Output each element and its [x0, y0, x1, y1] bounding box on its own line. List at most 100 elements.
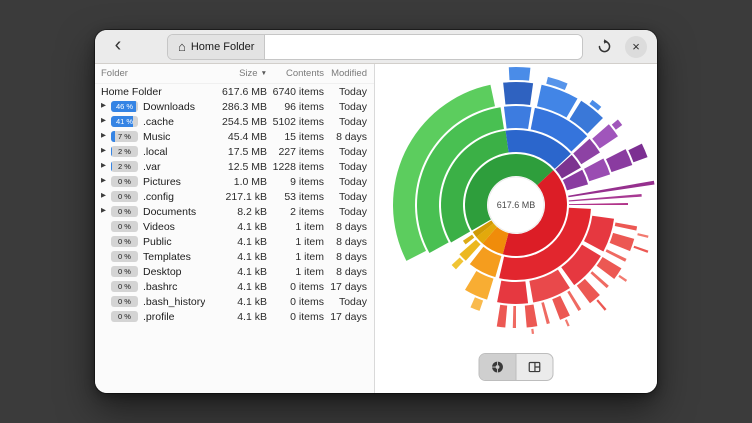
- refresh-button[interactable]: [591, 34, 617, 60]
- chart-segment[interactable]: [584, 159, 610, 182]
- folder-name: .profile: [143, 311, 175, 323]
- size-cell: 4.1 kB: [207, 281, 267, 293]
- treemap-view-button[interactable]: [516, 354, 553, 380]
- expander-icon[interactable]: ▶: [101, 208, 111, 215]
- folder-name: Documents: [143, 206, 196, 218]
- location-input[interactable]: [265, 35, 582, 59]
- chart-segment[interactable]: [590, 271, 608, 288]
- size-cell: 4.1 kB: [207, 296, 267, 308]
- column-folder[interactable]: Folder: [95, 68, 207, 79]
- usage-percent-label: 0 %: [111, 191, 138, 202]
- chart-segment[interactable]: [503, 82, 533, 105]
- file-table-body: Home Folder617.6 MB6740 itemsToday▶46 %D…: [95, 84, 374, 393]
- folder-name: Home Folder: [101, 86, 162, 98]
- usage-percent-badge: 46 %: [111, 101, 138, 112]
- expander-icon[interactable]: ▶: [101, 133, 111, 140]
- chart-segment[interactable]: [597, 257, 622, 279]
- chart-segment[interactable]: [637, 233, 648, 238]
- modified-cell: 8 days: [324, 266, 374, 278]
- modified-cell: 17 days: [324, 281, 374, 293]
- table-row[interactable]: ▶0 %Pictures1.0 MB9 itemsToday: [95, 174, 374, 189]
- table-row[interactable]: ▶46 %Downloads286.3 MB96 itemsToday: [95, 99, 374, 114]
- folder-name: .bashrc: [143, 281, 177, 293]
- table-row[interactable]: 0 %.profile4.1 kB0 items17 days: [95, 309, 374, 324]
- table-row[interactable]: 0 %.bashrc4.1 kB0 items17 days: [95, 279, 374, 294]
- table-row[interactable]: Home Folder617.6 MB6740 itemsToday: [95, 84, 374, 99]
- chart-segment[interactable]: [606, 249, 627, 262]
- table-row[interactable]: ▶2 %.local17.5 MB227 itemsToday: [95, 144, 374, 159]
- usage-percent-label: 2 %: [111, 146, 138, 157]
- table-row[interactable]: ▶2 %.var12.5 MB1228 itemsToday: [95, 159, 374, 174]
- chart-segment[interactable]: [497, 281, 528, 304]
- contents-cell: 1 item: [267, 236, 324, 248]
- table-row[interactable]: 0 %.bash_history4.1 kB0 itemsToday: [95, 294, 374, 309]
- chart-segment[interactable]: [541, 302, 550, 324]
- column-size[interactable]: Size▼: [207, 68, 267, 79]
- rings-chart-icon: [491, 360, 505, 374]
- close-button[interactable]: ×: [625, 36, 647, 58]
- usage-percent-badge: 7 %: [111, 131, 138, 142]
- table-row[interactable]: 0 %Desktop4.1 kB1 item8 days: [95, 264, 374, 279]
- chart-segment[interactable]: [567, 291, 581, 311]
- table-row[interactable]: 0 %Public4.1 kB1 item8 days: [95, 234, 374, 249]
- modified-cell: Today: [324, 116, 374, 128]
- home-folder-button[interactable]: ⌂ Home Folder: [168, 35, 265, 59]
- home-folder-label: Home Folder: [191, 41, 255, 53]
- refresh-icon: [597, 39, 612, 54]
- table-row[interactable]: ▶0 %Documents8.2 kB2 itemsToday: [95, 204, 374, 219]
- chart-segment[interactable]: [470, 297, 483, 311]
- table-row[interactable]: ▶0 %.config217.1 kB53 itemsToday: [95, 189, 374, 204]
- folder-name: Videos: [143, 221, 175, 233]
- chart-pane: 617.6 MB: [375, 64, 657, 393]
- chart-segment[interactable]: [497, 305, 507, 328]
- contents-cell: 227 items: [267, 146, 324, 158]
- chart-segment[interactable]: [569, 203, 628, 205]
- chart-segment[interactable]: [628, 144, 647, 163]
- contents-cell: 6740 items: [267, 86, 324, 98]
- modified-cell: Today: [324, 101, 374, 113]
- chart-segment[interactable]: [633, 246, 648, 253]
- usage-percent-badge: 0 %: [111, 266, 138, 277]
- chart-segment[interactable]: [565, 319, 570, 326]
- column-modified[interactable]: Modified: [324, 68, 374, 79]
- table-row[interactable]: 0 %Templates4.1 kB1 item8 days: [95, 249, 374, 264]
- expander-icon[interactable]: ▶: [101, 148, 111, 155]
- chart-segment[interactable]: [552, 296, 570, 320]
- usage-percent-badge: 0 %: [111, 296, 138, 307]
- chart-segment[interactable]: [531, 329, 534, 334]
- chart-segment[interactable]: [465, 271, 493, 300]
- chart-segment[interactable]: [610, 233, 635, 251]
- chart-segment[interactable]: [612, 120, 622, 130]
- table-row[interactable]: ▶7 %Music45.4 MB15 items8 days: [95, 129, 374, 144]
- expander-icon[interactable]: ▶: [101, 118, 111, 125]
- chart-segment[interactable]: [513, 306, 516, 328]
- expander-icon[interactable]: ▶: [101, 193, 111, 200]
- modified-cell: Today: [324, 176, 374, 188]
- disk-usage-analyzer-window: ‹ ⌂ Home Folder × Folder: [95, 30, 657, 393]
- chart-segment[interactable]: [596, 299, 606, 310]
- column-contents[interactable]: Contents: [267, 68, 324, 79]
- chart-segment[interactable]: [577, 279, 600, 303]
- expander-icon[interactable]: ▶: [101, 178, 111, 185]
- chart-segment[interactable]: [592, 124, 618, 148]
- rings-view-button[interactable]: [480, 354, 516, 380]
- expander-icon[interactable]: ▶: [101, 103, 111, 110]
- chart-center-label: 617.6 MB: [497, 200, 536, 210]
- chart-segment[interactable]: [615, 223, 637, 231]
- table-row[interactable]: 0 %Videos4.1 kB1 item8 days: [95, 219, 374, 234]
- chart-segment[interactable]: [525, 304, 538, 327]
- chart-segment[interactable]: [452, 258, 464, 270]
- size-cell: 617.6 MB: [207, 86, 267, 98]
- table-row[interactable]: ▶41 %.cache254.5 MB5102 itemsToday: [95, 114, 374, 129]
- size-cell: 254.5 MB: [207, 116, 267, 128]
- back-button[interactable]: ‹: [105, 34, 131, 60]
- chart-segment[interactable]: [509, 67, 531, 81]
- folder-name: Downloads: [143, 101, 195, 113]
- chart-segment[interactable]: [606, 149, 632, 172]
- folder-name: .bash_history: [143, 296, 205, 308]
- usage-percent-label: 0 %: [111, 221, 138, 232]
- modified-cell: 8 days: [324, 251, 374, 263]
- chart-segment[interactable]: [504, 106, 532, 129]
- expander-icon[interactable]: ▶: [101, 163, 111, 170]
- chart-segment[interactable]: [618, 275, 627, 282]
